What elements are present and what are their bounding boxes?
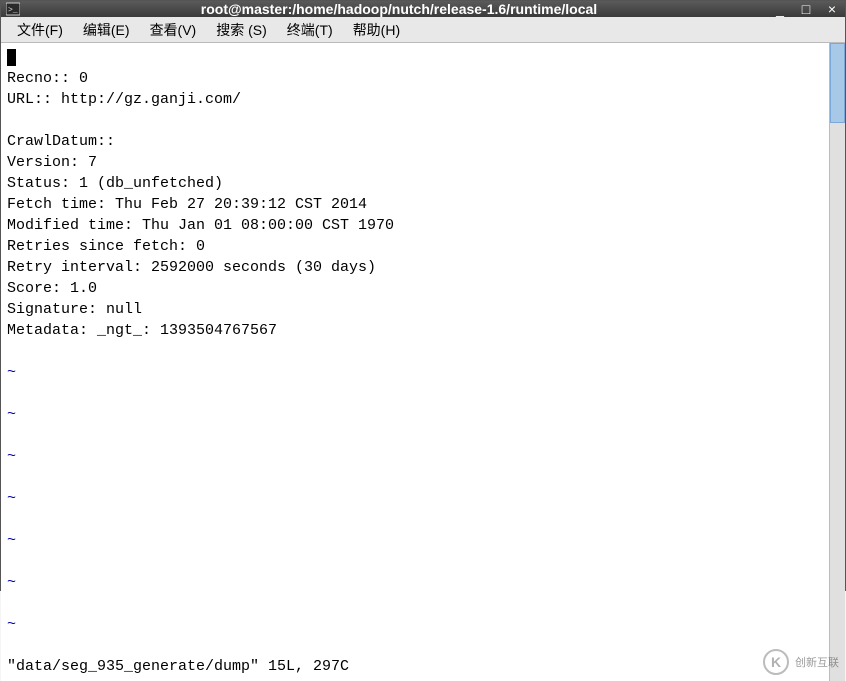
watermark-logo-icon: K <box>763 649 789 675</box>
menu-help[interactable]: 帮助(H) <box>343 17 410 43</box>
terminal-app-icon: >_ <box>5 1 21 17</box>
menu-file[interactable]: 文件(F) <box>7 17 73 43</box>
menu-search[interactable]: 搜索 (S) <box>206 17 277 43</box>
close-button[interactable]: × <box>823 1 841 17</box>
scrollbar-thumb[interactable] <box>830 43 845 123</box>
window-titlebar: >_ root@master:/home/hadoop/nutch/releas… <box>1 1 845 17</box>
watermark-text: 创新互联 <box>795 654 839 670</box>
menu-bar: 文件(F) 编辑(E) 查看(V) 搜索 (S) 终端(T) 帮助(H) <box>1 17 845 43</box>
terminal-output[interactable]: Recno:: 0 URL:: http://gz.ganji.com/ Cra… <box>1 43 829 681</box>
menu-view[interactable]: 查看(V) <box>140 17 207 43</box>
terminal-cursor <box>7 49 16 66</box>
scrollbar-vertical[interactable] <box>829 43 845 681</box>
svg-text:>_: >_ <box>8 6 18 15</box>
window-title: root@master:/home/hadoop/nutch/release-1… <box>27 1 771 17</box>
vim-status-line: "data/seg_935_generate/dump" 15L, 297C <box>7 658 349 675</box>
terminal-area: Recno:: 0 URL:: http://gz.ganji.com/ Cra… <box>1 43 845 681</box>
watermark: K 创新互联 <box>763 649 839 675</box>
minimize-button[interactable]: _ <box>771 1 789 17</box>
window-controls: _ □ × <box>771 1 841 17</box>
maximize-button[interactable]: □ <box>797 1 815 17</box>
menu-terminal[interactable]: 终端(T) <box>277 17 343 43</box>
menu-edit[interactable]: 编辑(E) <box>73 17 140 43</box>
